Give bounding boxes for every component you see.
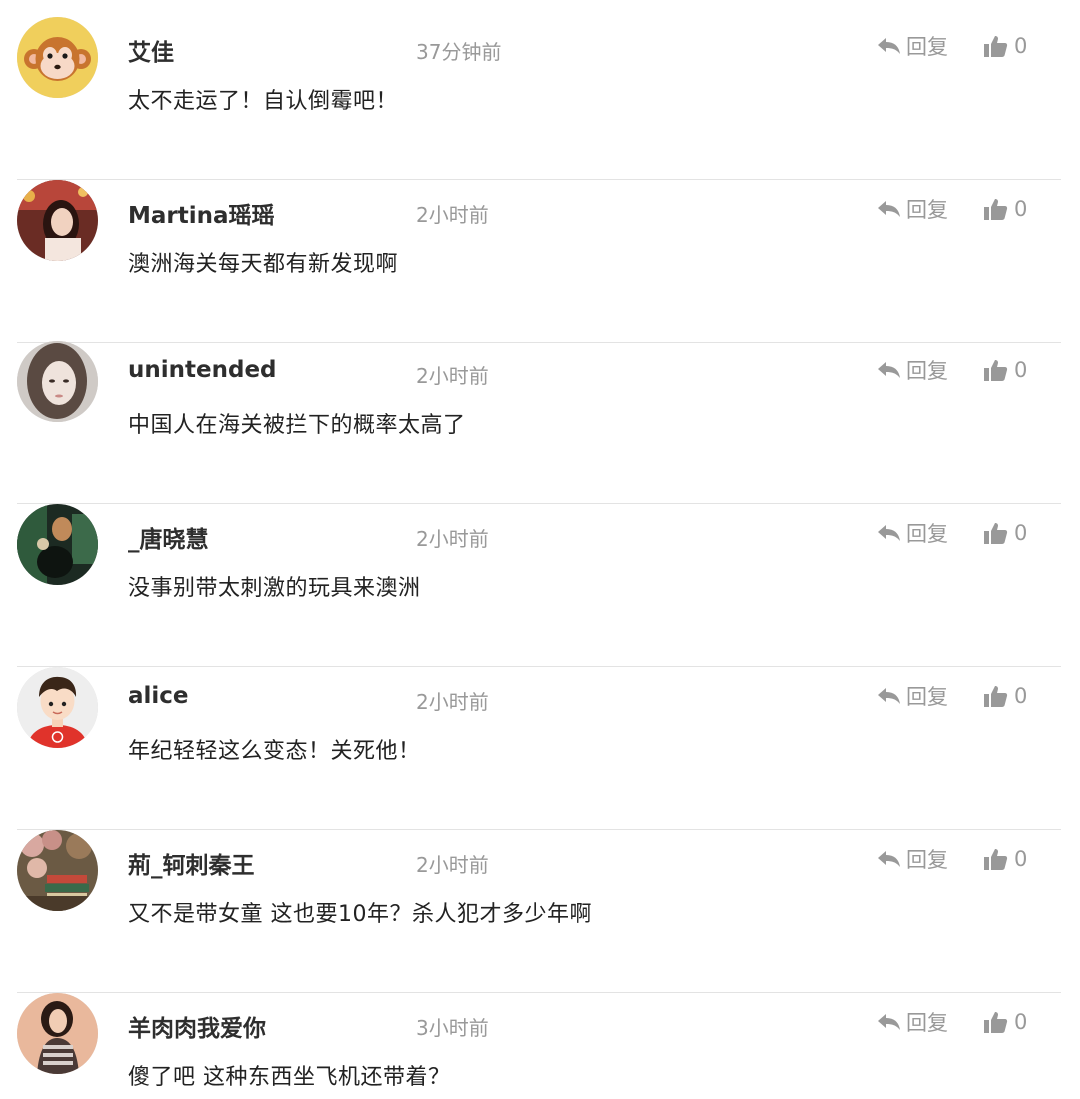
comment-item: unintended 2小时前 回复 0 中国人在海关被拦下的概率太高了 bbox=[17, 341, 1061, 504]
comment-text: 没事别带太刺激的玩具来澳洲 bbox=[128, 576, 421, 601]
reply-label: 回复 bbox=[906, 198, 948, 222]
avatar[interactable] bbox=[17, 830, 98, 911]
timestamp: 2小时前 bbox=[416, 364, 489, 388]
like-count: 0 bbox=[1014, 34, 1028, 58]
avatar[interactable] bbox=[17, 504, 98, 585]
reply-label: 回复 bbox=[906, 685, 948, 709]
like-button[interactable]: 0 bbox=[983, 355, 1027, 385]
timestamp: 3小时前 bbox=[416, 1016, 489, 1040]
timestamp: 2小时前 bbox=[416, 527, 489, 551]
comment-text: 中国人在海关被拦下的概率太高了 bbox=[128, 413, 466, 438]
comment-item: _唐晓慧 2小时前 回复 0 没事别带太刺激的玩具来澳洲 bbox=[17, 504, 1061, 667]
thumbs-up-icon bbox=[984, 1012, 1008, 1033]
reply-arrow-icon bbox=[878, 688, 900, 704]
thumbs-up-icon bbox=[984, 36, 1008, 57]
username[interactable]: 艾佳 bbox=[128, 33, 174, 67]
like-count: 0 bbox=[1014, 358, 1028, 382]
like-button[interactable]: 0 bbox=[983, 31, 1027, 61]
reply-label: 回复 bbox=[906, 1011, 948, 1035]
like-count: 0 bbox=[1014, 197, 1028, 221]
timestamp: 2小时前 bbox=[416, 853, 489, 877]
like-button[interactable]: 0 bbox=[983, 1007, 1027, 1037]
comment-item: 荊_轲刺秦王 2小时前 回复 0 又不是带女童 这也要10年？杀人犯才多少年啊 bbox=[17, 830, 1061, 993]
like-button[interactable]: 0 bbox=[983, 518, 1027, 548]
avatar[interactable] bbox=[17, 180, 98, 261]
reply-button[interactable]: 回复 bbox=[877, 355, 948, 385]
thumbs-up-icon bbox=[984, 686, 1008, 707]
username[interactable]: Martina瑶瑶 bbox=[128, 196, 275, 230]
like-count: 0 bbox=[1014, 684, 1028, 708]
like-count: 0 bbox=[1014, 521, 1028, 545]
user-photo-icon bbox=[17, 504, 98, 585]
reply-button[interactable]: 回复 bbox=[877, 194, 948, 224]
comment-item: Martina瑶瑶 2小时前 回复 0 澳洲海关每天都有新发现啊 bbox=[17, 180, 1061, 343]
timestamp: 2小时前 bbox=[416, 203, 489, 227]
reply-button[interactable]: 回复 bbox=[877, 31, 948, 61]
reply-arrow-icon bbox=[878, 201, 900, 217]
user-photo-icon bbox=[17, 180, 98, 261]
comment-text: 年纪轻轻这么变态！关死他！ bbox=[128, 739, 421, 764]
like-button[interactable]: 0 bbox=[983, 194, 1027, 224]
username[interactable]: alice bbox=[128, 683, 189, 709]
like-button[interactable]: 0 bbox=[983, 844, 1027, 874]
comment-item: alice 2小时前 回复 0 年纪轻轻这么变态！关死他！ bbox=[17, 667, 1061, 830]
reply-label: 回复 bbox=[906, 359, 948, 383]
reply-arrow-icon bbox=[878, 851, 900, 867]
avatar[interactable] bbox=[17, 993, 98, 1074]
avatar[interactable] bbox=[17, 667, 98, 748]
reply-arrow-icon bbox=[878, 38, 900, 54]
thumbs-up-icon bbox=[984, 849, 1008, 870]
timestamp: 37分钟前 bbox=[416, 40, 502, 64]
username[interactable]: 荊_轲刺秦王 bbox=[128, 846, 255, 880]
thumbs-up-icon bbox=[984, 360, 1008, 381]
reply-button[interactable]: 回复 bbox=[877, 681, 948, 711]
user-photo-icon bbox=[17, 341, 98, 422]
thumbs-up-icon bbox=[984, 199, 1008, 220]
avatar[interactable] bbox=[17, 17, 98, 98]
reply-button[interactable]: 回复 bbox=[877, 844, 948, 874]
reply-arrow-icon bbox=[878, 1014, 900, 1030]
thumbs-up-icon bbox=[984, 523, 1008, 544]
comment-text: 澳洲海关每天都有新发现啊 bbox=[128, 252, 399, 277]
monkey-avatar-icon bbox=[17, 17, 98, 98]
reply-button[interactable]: 回复 bbox=[877, 518, 948, 548]
avatar[interactable] bbox=[17, 341, 98, 422]
comment-text: 太不走运了！自认倒霉吧！ bbox=[128, 89, 399, 114]
username[interactable]: unintended bbox=[128, 357, 277, 383]
username[interactable]: _唐晓慧 bbox=[128, 520, 209, 554]
comment-text: 又不是带女童 这也要10年？杀人犯才多少年啊 bbox=[128, 902, 592, 927]
reply-arrow-icon bbox=[878, 525, 900, 541]
username[interactable]: 羊肉肉我爱你 bbox=[128, 1009, 266, 1043]
reply-button[interactable]: 回复 bbox=[877, 1007, 948, 1037]
reply-label: 回复 bbox=[906, 848, 948, 872]
boy-cartoon-icon bbox=[17, 667, 98, 748]
reply-label: 回复 bbox=[906, 522, 948, 546]
like-button[interactable]: 0 bbox=[983, 681, 1027, 711]
comment-item: 羊肉肉我爱你 3小时前 回复 0 傻了吧 这种东西坐飞机还带着？ bbox=[17, 993, 1061, 1099]
like-count: 0 bbox=[1014, 847, 1028, 871]
reply-arrow-icon bbox=[878, 362, 900, 378]
reply-label: 回复 bbox=[906, 35, 948, 59]
like-count: 0 bbox=[1014, 1010, 1028, 1034]
user-photo-icon bbox=[17, 993, 98, 1074]
comment-item: 艾佳 37分钟前 回复 0 太不走运了！自认倒霉吧！ bbox=[17, 17, 1061, 180]
user-photo-icon bbox=[17, 830, 98, 911]
timestamp: 2小时前 bbox=[416, 690, 489, 714]
comment-text: 傻了吧 这种东西坐飞机还带着？ bbox=[128, 1065, 451, 1090]
